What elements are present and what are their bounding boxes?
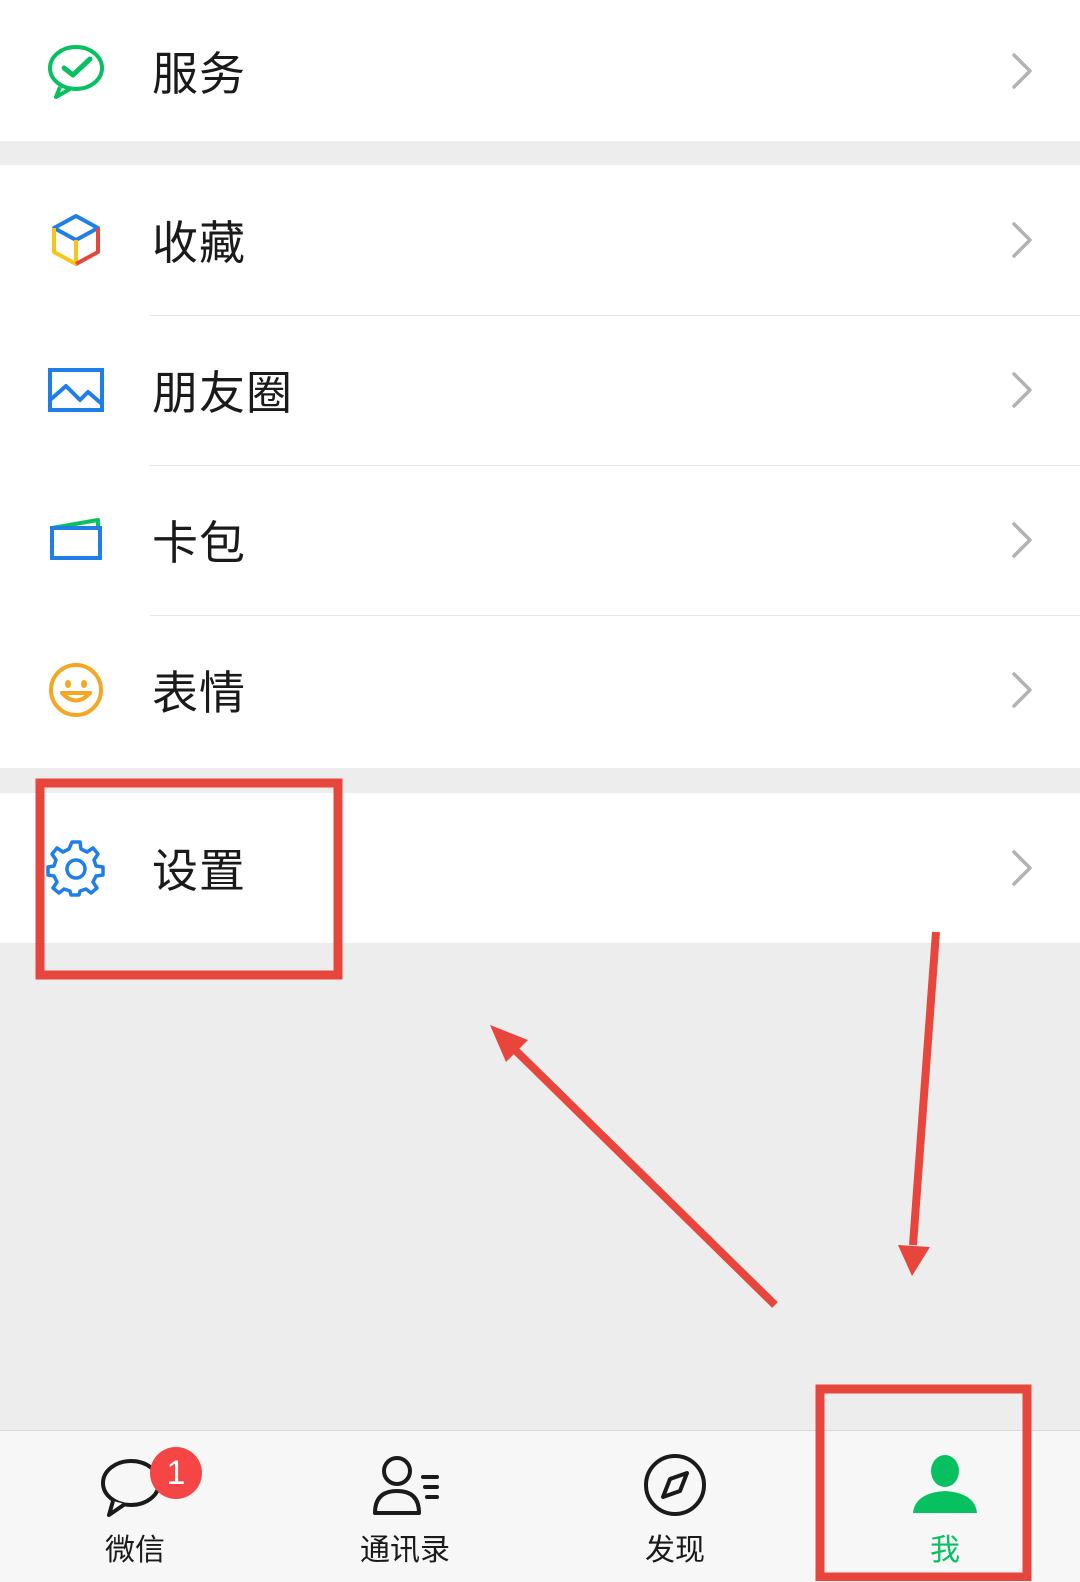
tab-chats[interactable]: 1 微信 <box>0 1431 270 1582</box>
chevron-right-icon <box>1010 220 1034 260</box>
arrow-to-me-tab <box>909 931 940 1246</box>
menu-group-main: 收藏 朋友圈 卡包 表情 <box>0 165 1080 768</box>
menu-item-stickers[interactable]: 表情 <box>0 615 1080 765</box>
arrow-to-settings <box>507 1042 778 1308</box>
compass-icon <box>637 1451 713 1521</box>
tab-contacts[interactable]: 通讯录 <box>270 1431 540 1582</box>
tab-label: 通讯录 <box>360 1533 450 1568</box>
moments-picture-icon <box>46 360 106 420</box>
favorites-cube-icon <box>46 210 106 270</box>
tab-me[interactable]: 我 <box>810 1431 1080 1582</box>
unread-badge: 1 <box>150 1447 202 1499</box>
menu-item-label: 卡包 <box>152 516 246 570</box>
menu-item-moments[interactable]: 朋友圈 <box>0 315 1080 465</box>
tab-label: 发现 <box>645 1533 705 1568</box>
tab-discover[interactable]: 发现 <box>540 1431 810 1582</box>
chevron-right-icon <box>1010 670 1034 710</box>
chevron-right-icon <box>1010 848 1034 888</box>
me-person-icon <box>907 1451 983 1521</box>
tab-label: 微信 <box>105 1533 165 1568</box>
menu-group-services: 服务 <box>0 0 1080 141</box>
arrowhead-to-me-tab <box>898 1245 930 1276</box>
wechat-pay-service-icon <box>46 41 106 101</box>
menu-group-settings: 设置 <box>0 793 1080 943</box>
chevron-right-icon <box>1010 520 1034 560</box>
menu-item-label: 收藏 <box>152 216 246 270</box>
tab-label: 我 <box>930 1533 960 1568</box>
chevron-right-icon <box>1010 51 1034 91</box>
bottom-tab-bar: 1 微信 通讯录 发现 我 <box>0 1430 1080 1582</box>
menu-item-card-wallet[interactable]: 卡包 <box>0 465 1080 615</box>
menu-item-settings[interactable]: 设置 <box>0 793 1080 943</box>
chevron-right-icon <box>1010 370 1034 410</box>
menu-item-services[interactable]: 服务 <box>0 0 1080 141</box>
menu-item-label: 服务 <box>152 46 246 101</box>
menu-item-label: 表情 <box>152 666 246 720</box>
settings-gear-icon <box>46 838 106 898</box>
sticker-smile-icon <box>46 660 106 720</box>
menu-item-favorites[interactable]: 收藏 <box>0 165 1080 315</box>
menu-item-label: 设置 <box>152 844 246 898</box>
menu-item-label: 朋友圈 <box>152 366 293 420</box>
arrowhead-to-settings <box>490 1025 528 1062</box>
card-wallet-icon <box>46 510 106 570</box>
contacts-icon <box>367 1451 443 1521</box>
